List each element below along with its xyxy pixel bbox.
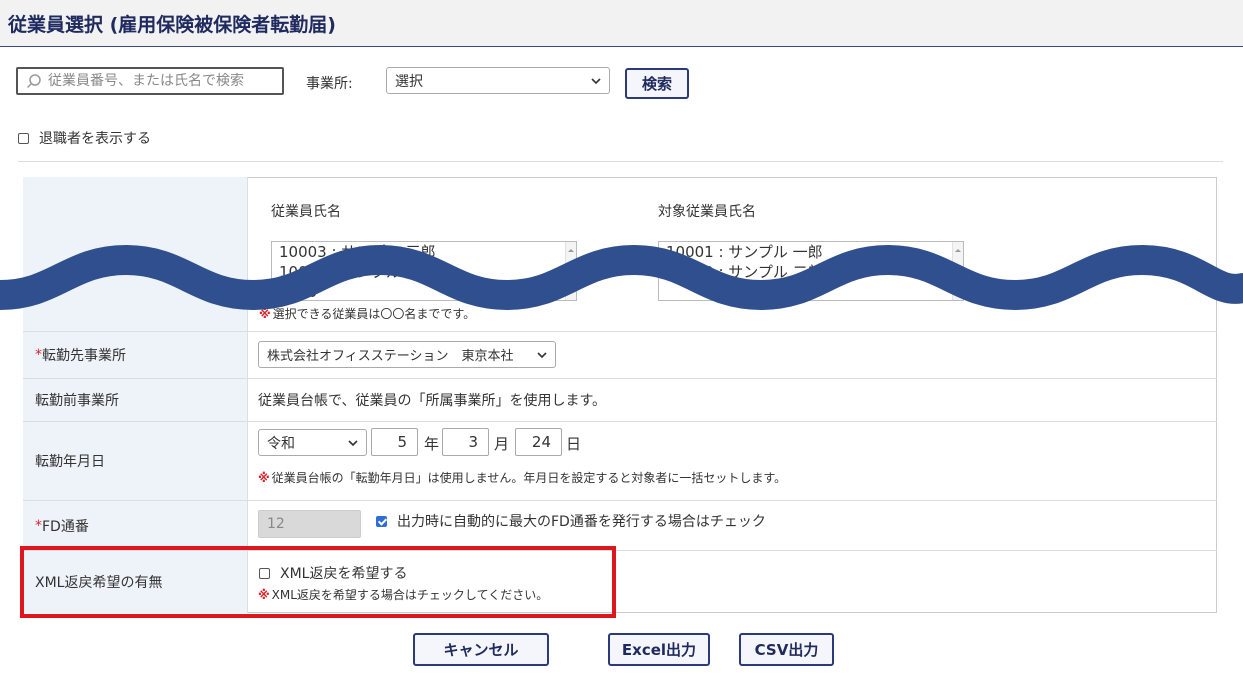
transfer-date-note-text: 従業員台帳の「転勤年月日」は使用しません。年月日を設定すると対象者に一括セットし… <box>271 471 787 485</box>
search-field[interactable] <box>16 67 284 95</box>
month-unit: 月 <box>494 435 510 453</box>
employee-list-title: 従業員氏名 <box>271 204 341 220</box>
transfer-date-label-cell: 転勤年月日 <box>23 422 248 500</box>
prev-office-label-cell: 転勤前事業所 <box>23 379 248 421</box>
era-select[interactable]: 令和 <box>258 429 367 456</box>
required-mark: * <box>35 517 42 534</box>
fd-label-cell: * FD通番 <box>23 501 248 550</box>
day-unit: 日 <box>566 435 582 453</box>
page-title: 従業員選択 (雇用保険被保険者転勤届) <box>8 14 336 36</box>
cancel-button[interactable]: キャンセル <box>413 633 549 666</box>
fd-auto-label: 出力時に自動的に最大のFD通番を発行する場合はチェック <box>397 514 766 530</box>
fd-label: FD通番 <box>42 518 89 535</box>
highlight-box <box>20 546 616 618</box>
fd-number-input: 12 <box>258 510 361 538</box>
office-label: 事業所: <box>306 76 353 92</box>
show-retired-label: 退職者を表示する <box>39 131 151 147</box>
era-value: 令和 <box>267 435 295 452</box>
month-input[interactable]: 3 <box>442 428 489 456</box>
fd-auto-option[interactable]: 出力時に自動的に最大のFD通番を発行する場合はチェック <box>376 511 766 531</box>
search-button[interactable]: 検索 <box>625 68 689 99</box>
dest-office-value: 株式会社オフィスステーション 東京本社 <box>267 349 514 364</box>
prev-office-label: 転勤前事業所 <box>35 393 119 409</box>
day-input[interactable]: 24 <box>515 428 562 456</box>
wave-break-decoration <box>0 244 1243 311</box>
transfer-date-row: 転勤年月日 <box>23 421 1217 500</box>
transfer-date-label: 転勤年月日 <box>35 454 105 470</box>
show-retired-checkbox[interactable] <box>18 132 29 144</box>
search-icon <box>26 74 41 89</box>
note-mark: ※ <box>258 471 270 485</box>
dest-office-label: 転勤先事業所 <box>42 348 126 364</box>
search-input[interactable] <box>46 72 280 90</box>
year-unit: 年 <box>424 435 440 453</box>
divider <box>18 161 1223 162</box>
transfer-date-note: ※ 従業員台帳の「転勤年月日」は使用しません。年月日を設定すると対象者に一括セット… <box>258 469 786 486</box>
chevron-down-icon <box>537 351 547 358</box>
dest-office-label-cell: * 転勤先事業所 <box>23 332 248 378</box>
show-retired-option[interactable]: 退職者を表示する <box>18 128 151 148</box>
office-select-value: 選択 <box>395 73 423 90</box>
prev-office-row: 転勤前事業所 <box>23 378 1217 421</box>
target-employee-list-title: 対象従業員氏名 <box>658 204 756 220</box>
excel-export-button[interactable]: Excel出力 <box>608 633 710 666</box>
chevron-down-icon <box>591 77 601 84</box>
chevron-down-icon <box>348 439 358 446</box>
page-header: 従業員選択 (雇用保険被保険者転勤届) <box>0 0 1243 47</box>
office-select[interactable]: 選択 <box>386 67 610 94</box>
prev-office-text: 従業員台帳で、従業員の「所属事業所」を使用します。 <box>258 393 607 409</box>
required-mark: * <box>35 347 42 363</box>
fd-auto-checkbox[interactable] <box>376 515 387 527</box>
year-input[interactable]: 5 <box>371 428 418 456</box>
dest-office-row: * 転勤先事業所 <box>23 331 1217 378</box>
csv-export-button[interactable]: CSV出力 <box>739 633 834 666</box>
dest-office-select[interactable]: 株式会社オフィスステーション 東京本社 <box>258 341 556 368</box>
